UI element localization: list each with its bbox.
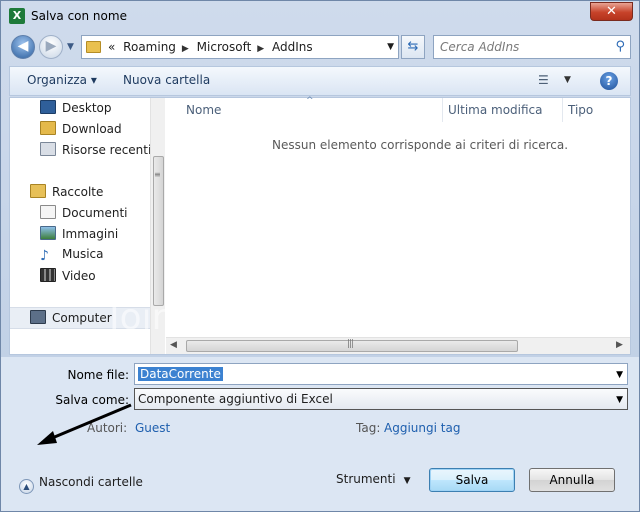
forward-button[interactable]: ▶ [39,35,63,59]
file-list[interactable]: Nome ^ Ultima modifica Tipo Nessun eleme… [166,96,630,354]
sort-indicator-icon: ^ [306,96,314,106]
computer-icon [30,310,46,324]
chevron-down-icon: ▼ [403,476,411,486]
folder-icon [86,41,101,53]
sidebar-item-recent[interactable]: Risorse recenti [40,142,151,162]
excel-icon: X [9,8,25,24]
hide-folders-button[interactable]: ▲ Nascondi cartelle [19,475,143,494]
hide-folders-label: Nascondi cartelle [39,475,143,489]
column-header-label: Ultima modifica [448,103,543,117]
save-as-dialog: X Salva con nome ✕ ◀ ▶ ▼ « Roaming ▶ Micr… [0,0,640,512]
navigation-bar: ◀ ▶ ▼ « Roaming ▶ Microsoft ▶ AddIns ▼ ⇆ ⚲ [9,33,631,61]
breadcrumb-overflow[interactable]: « [108,40,115,54]
view-options-dropdown[interactable]: ▼ [564,75,571,85]
arrow-head [37,431,57,445]
sidebar-item-label: Video [62,269,96,283]
navigation-scrollbar[interactable]: ≡ [150,98,165,354]
column-header-type[interactable]: Tipo [568,103,593,117]
sidebar-item-pictures[interactable]: Immagini [40,226,118,246]
command-bar: Organizza ▾ Nuova cartella ☰ ▼ ? [9,66,631,96]
sidebar-item-label: Documenti [62,206,128,220]
sidebar-item-label: Musica [62,247,104,261]
scrollbar-grip-icon: ≡ [154,170,161,179]
sidebar-item-label: Download [62,122,122,136]
address-dropdown-icon[interactable]: ▼ [387,42,394,52]
search-icon[interactable]: ⚲ [615,39,625,54]
search-box[interactable]: ⚲ [433,35,631,59]
browser-pane: Desktop Download Risorse recenti Raccolt… [9,96,631,355]
scroll-left-icon[interactable]: ◀ [170,340,177,350]
filename-label: Nome file: [67,368,129,382]
documents-icon [40,205,56,219]
navigation-pane: Desktop Download Risorse recenti Raccolt… [10,98,165,354]
column-header-modified[interactable]: Ultima modifica [448,103,543,117]
scroll-right-icon[interactable]: ▶ [616,340,623,350]
chevron-down-icon[interactable]: ▼ [616,370,623,380]
videos-icon [40,268,56,282]
column-header-label: Tipo [568,103,594,117]
chevron-down-icon[interactable]: ▼ [616,395,623,405]
tags-field[interactable]: Aggiungi tag [384,421,460,435]
savetype-select[interactable]: Componente aggiuntivo di Excel ▼ [134,388,628,410]
sidebar-item-computer-content: Computer [30,310,112,330]
column-header-label: Nome [186,103,222,117]
new-folder-button[interactable]: Nuova cartella [123,73,210,87]
change-view-icon[interactable]: ☰ [538,73,549,87]
empty-list-message: Nessun elemento corrisponde ai criteri d… [272,138,569,152]
savetype-value: Componente aggiuntivo di Excel [138,392,333,406]
filename-input[interactable]: DataCorrente [138,367,223,381]
organize-button[interactable]: Organizza ▾ [27,73,97,87]
sidebar-item-download[interactable]: Download [40,121,122,141]
annotation-arrow [37,403,132,445]
breadcrumb-separator-icon[interactable]: ▶ [182,44,189,54]
sidebar-item-documents[interactable]: Documenti [40,205,128,225]
sidebar-item-music[interactable]: ♪ Musica [40,247,104,267]
download-folder-icon [40,121,56,135]
refresh-button[interactable]: ⇆ [401,35,425,59]
breadcrumb-addins[interactable]: AddIns [272,40,313,54]
sidebar-item-label: Immagini [62,227,119,241]
sidebar-item-computer[interactable]: Computer [10,307,156,329]
scrollbar-thumb[interactable]: ||| [186,339,518,352]
desktop-icon [40,100,56,114]
authors-field[interactable]: Guest [135,421,170,435]
libraries-icon [30,184,46,198]
recent-places-icon [40,142,56,156]
address-bar[interactable]: « Roaming ▶ Microsoft ▶ AddIns ▼ [81,35,399,59]
recent-pages-dropdown[interactable]: ▼ [67,42,74,52]
close-button[interactable]: ✕ [590,2,633,21]
column-header-name[interactable]: Nome [186,103,221,117]
sidebar-item-label: Raccolte [52,185,104,199]
window-title: Salva con nome [31,9,127,23]
back-button[interactable]: ◀ [11,35,35,59]
chevron-up-icon: ▲ [19,479,34,494]
sidebar-item-label: Desktop [62,101,112,115]
filename-field[interactable]: DataCorrente ▼ [134,363,628,385]
arrow-shaft [44,403,132,443]
breadcrumb-microsoft[interactable]: Microsoft [197,40,252,54]
music-icon: ♪ [40,248,49,264]
sidebar-item-label: Risorse recenti [62,143,152,157]
sidebar-item-label: Computer [52,311,112,325]
title-bar[interactable]: X Salva con nome ✕ [1,1,639,31]
search-input[interactable] [440,40,610,54]
breadcrumb-separator-icon[interactable]: ▶ [257,44,264,54]
sidebar-item-videos[interactable]: Video [40,268,96,288]
pictures-icon [40,226,56,240]
scrollbar-grip-icon: ||| [347,339,354,349]
breadcrumb-roaming[interactable]: Roaming [123,40,176,54]
file-list-scrollbar[interactable]: ◀ ||| ▶ [166,337,630,354]
sidebar-item-libraries[interactable]: Raccolte [30,184,103,204]
help-icon[interactable]: ? [600,72,618,90]
tools-menu-button[interactable]: Strumenti ▼ [336,472,411,486]
column-divider[interactable] [562,98,563,122]
column-divider[interactable] [442,98,443,122]
cancel-button[interactable]: Annulla [529,468,615,492]
tools-label: Strumenti [336,472,396,486]
save-button[interactable]: Salva [429,468,515,492]
tags-label: Tag: [356,421,381,435]
sidebar-item-desktop[interactable]: Desktop [40,100,112,120]
breadcrumb: « Roaming ▶ Microsoft ▶ AddIns [108,40,317,54]
